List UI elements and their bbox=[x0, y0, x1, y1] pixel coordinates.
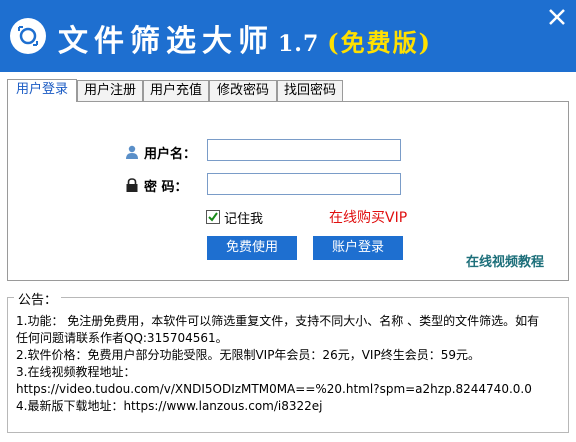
title-bar: 文件筛选大师 1.7 (免费版) bbox=[0, 0, 576, 72]
notice-line: 1.功能： 免注册免费用，本软件可以筛选重复文件，支持不同大小、名称 、类型的文… bbox=[16, 314, 540, 328]
notice-line: https://video.tudou.com/v/XNDI5ODIzMTM0M… bbox=[16, 382, 532, 396]
notice-text: 1.功能： 免注册免费用，本软件可以筛选重复文件，支持不同大小、名称 、类型的文… bbox=[16, 313, 564, 415]
password-input[interactable] bbox=[207, 173, 401, 195]
video-tutorial-link[interactable]: 在线视频教程 bbox=[466, 251, 544, 270]
remember-label: 记住我 bbox=[224, 212, 264, 227]
app-edition: (免费版) bbox=[327, 28, 432, 57]
notice-line: 3.在线视频教程地址： bbox=[16, 365, 136, 379]
tab-user-recharge[interactable]: 用户充值 bbox=[143, 80, 209, 101]
password-label: 密 码： bbox=[144, 180, 188, 195]
app-title: 文件筛选大师 1.7 (免费版) bbox=[58, 16, 432, 60]
free-use-button[interactable]: 免费使用 bbox=[207, 236, 297, 260]
account-login-button[interactable]: 账户登录 bbox=[313, 236, 403, 260]
notice-line: 2.软件价格：免费用户部分功能受限。无限制VIP年会员：26元，VIP终生会员：… bbox=[16, 348, 480, 362]
username-label: 用户名： bbox=[144, 147, 197, 162]
notice-title: 公告： bbox=[14, 289, 62, 308]
user-icon bbox=[125, 144, 139, 163]
username-input[interactable] bbox=[207, 139, 401, 161]
tab-recover-password[interactable]: 找回密码 bbox=[277, 80, 343, 101]
close-icon[interactable] bbox=[544, 4, 570, 30]
tab-user-register[interactable]: 用户注册 bbox=[77, 80, 143, 101]
tab-user-login[interactable]: 用户登录 bbox=[7, 79, 77, 102]
notice-line: 4.最新版下载地址：https://www.lanzous.com/i8322e… bbox=[16, 399, 323, 413]
magnifier-logo-icon bbox=[10, 18, 46, 54]
buy-vip-link[interactable]: 在线购买VIP bbox=[329, 207, 407, 227]
app-name: 文件筛选大师 bbox=[58, 24, 274, 59]
checkbox-checked-icon bbox=[208, 212, 218, 222]
remember-checkbox[interactable] bbox=[206, 210, 220, 224]
lock-icon bbox=[125, 177, 139, 196]
notice-line: 任何问题请联系作者QQ:315704561。 bbox=[16, 331, 228, 345]
tab-change-password[interactable]: 修改密码 bbox=[209, 80, 277, 101]
app-version: 1.7 bbox=[278, 31, 320, 57]
